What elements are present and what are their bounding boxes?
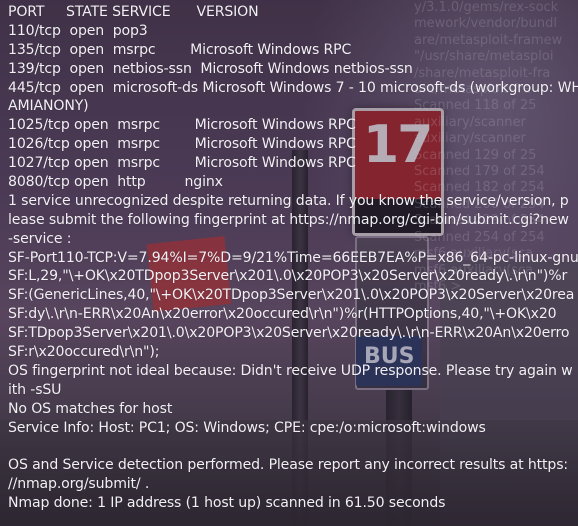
terminal-line: 1025/tcp open msrpc Microsoft Windows RP… bbox=[8, 117, 356, 134]
terminal-line: 1026/tcp open msrpc Microsoft Windows RP… bbox=[8, 136, 356, 153]
terminal-line: OS fingerprint not ideal because: Didn't… bbox=[8, 362, 573, 379]
terminal-line: -service : bbox=[8, 230, 72, 247]
terminal-line: 139/tcp open netbios-ssn Microsoft Windo… bbox=[8, 60, 413, 77]
terminal-line: 445/tcp open microsoft-ds Microsoft Wind… bbox=[8, 79, 578, 96]
terminal-line: SF:L,29,"\+OK\x20TDpop3Server\x201\.0\x2… bbox=[8, 268, 568, 285]
terminal-line: SF:TDpop3Server\x201\.0\x20POP3\x20Serve… bbox=[8, 325, 570, 342]
terminal-line: 8080/tcp open http nginx bbox=[8, 174, 223, 191]
terminal-line: ith -sSU bbox=[8, 381, 62, 398]
terminal-line: Service Info: Host: PC1; OS: Windows; CP… bbox=[8, 419, 486, 436]
terminal-line: AMIANONY) bbox=[8, 98, 89, 115]
terminal-line: 1027/tcp open msrpc Microsoft Windows RP… bbox=[8, 155, 356, 172]
terminal-line: OS and Service detection performed. Plea… bbox=[8, 457, 568, 474]
terminal-line: PORT STATE SERVICE VERSION bbox=[8, 4, 259, 20]
terminal-line: 1 service unrecognized despite returning… bbox=[8, 192, 569, 209]
terminal-line: lease submit the following fingerprint a… bbox=[8, 211, 569, 228]
terminal-line: 110/tcp open pop3 bbox=[8, 22, 148, 39]
terminal-line: //nmap.org/submit/ . bbox=[8, 476, 150, 493]
terminal-line: Nmap done: 1 IP address (1 host up) scan… bbox=[8, 495, 446, 512]
terminal-line: SF-Port110-TCP:V=7.94%I=7%D=9/21%Time=66… bbox=[8, 249, 578, 266]
terminal-line: SF:dy\.\r\n-ERR\x20An\x20error\x20occure… bbox=[8, 306, 557, 323]
terminal-line: No OS matches for host bbox=[8, 400, 173, 417]
terminal-line: 135/tcp open msrpc Microsoft Windows RPC bbox=[8, 41, 352, 58]
terminal-line: SF:r\x20occured\r\n"); bbox=[8, 344, 160, 361]
terminal-line: SF:(GenericLines,40,"\+OK\x20TDpop3Serve… bbox=[8, 287, 575, 304]
terminal-output[interactable]: PORT STATE SERVICE VERSION 110/tcp open p… bbox=[8, 3, 578, 513]
